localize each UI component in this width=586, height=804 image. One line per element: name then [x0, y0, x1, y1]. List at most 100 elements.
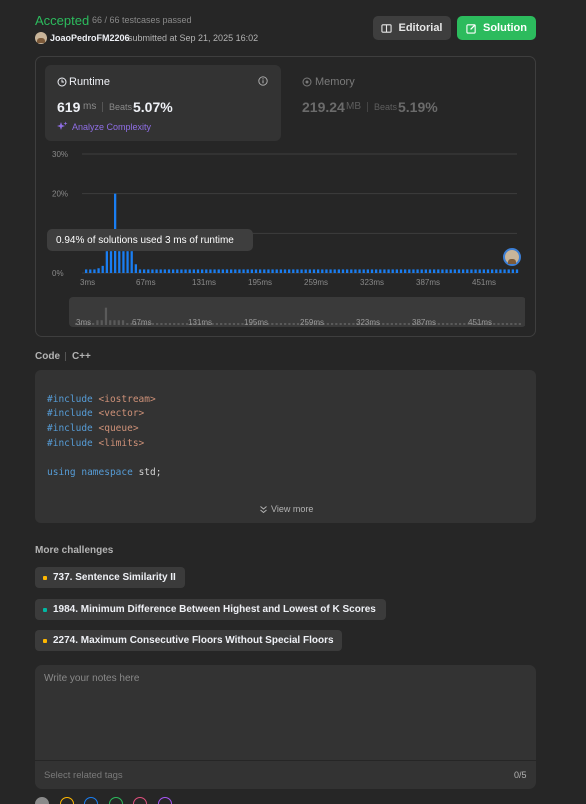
range-bar	[96, 320, 99, 325]
x-tick-label: 259ms	[304, 278, 328, 287]
submitted-time: submitted at Sep 21, 2025 16:02	[128, 33, 259, 43]
note-color-option[interactable]	[84, 797, 98, 804]
runtime-bar	[283, 269, 287, 273]
runtime-bar	[329, 269, 332, 273]
runtime-bar	[296, 269, 299, 273]
note-color-option[interactable]	[133, 797, 147, 804]
memory-beats-value: 5.19%	[398, 99, 438, 115]
solution-button[interactable]: Solution	[457, 16, 536, 40]
difficulty-dot	[43, 638, 47, 643]
note-color-option[interactable]	[108, 797, 123, 804]
tags-select[interactable]: Select related tags	[44, 770, 123, 781]
runtime-bar	[225, 269, 229, 273]
challenge-link[interactable]: 2274. Maximum Consecutive Floors Without…	[35, 630, 342, 651]
range-bar	[407, 323, 410, 325]
range-bar	[275, 323, 278, 325]
runtime-bar	[93, 269, 96, 273]
range-tick-label: 387ms	[412, 318, 436, 327]
memory-label[interactable]: Memory	[315, 76, 355, 88]
runtime-bar	[201, 269, 204, 273]
note-color-option[interactable]	[157, 797, 172, 804]
divider	[35, 760, 536, 761]
submitter-avatar[interactable]	[35, 32, 47, 44]
runtime-bar	[122, 251, 125, 273]
view-more-label: View more	[271, 504, 314, 514]
chart-tooltip: 0.94% of solutions used 3 ms of runtime	[47, 229, 253, 251]
challenge-link[interactable]: 737. Sentence Similarity II	[35, 567, 185, 588]
runtime-bar	[279, 269, 282, 273]
info-icon[interactable]	[258, 76, 268, 86]
runtime-bar	[138, 269, 142, 273]
testcases-passed: 66 / 66 testcases passed	[92, 15, 192, 25]
range-bar	[156, 323, 159, 325]
view-more-button[interactable]: View more	[259, 504, 313, 514]
notes-input[interactable]: Write your notes here	[44, 673, 139, 684]
runtime-bar	[470, 269, 473, 273]
runtime-bar	[499, 269, 502, 273]
analyze-complexity-link[interactable]: Analyze Complexity	[72, 122, 151, 132]
code-label: Code	[35, 351, 60, 362]
runtime-bar	[242, 269, 245, 273]
runtime-bar	[259, 269, 262, 273]
range-bar	[390, 323, 393, 325]
runtime-bar	[134, 264, 137, 273]
range-bar	[463, 323, 466, 325]
range-bar	[271, 323, 274, 325]
runtime-bar	[288, 269, 291, 273]
range-bar	[335, 323, 338, 325]
code-line: using namespace std;	[47, 467, 162, 478]
challenge-link[interactable]: 1984. Minimum Difference Between Highest…	[35, 599, 386, 620]
runtime-bar	[85, 269, 88, 273]
range-bar	[232, 323, 236, 325]
runtime-beats-value: 5.07%	[133, 99, 173, 115]
challenge-title: 737. Sentence Similarity II	[53, 572, 176, 583]
memory-unit: MB	[346, 101, 361, 112]
runtime-bar	[457, 269, 461, 273]
runtime-bar	[234, 269, 237, 273]
runtime-bar	[109, 251, 113, 273]
range-bar	[121, 320, 125, 325]
range-bar	[331, 323, 334, 325]
runtime-bar	[176, 269, 179, 273]
note-color-option[interactable]	[59, 797, 74, 804]
runtime-bar	[250, 269, 253, 273]
solution-label: Solution	[483, 22, 527, 34]
divider	[367, 102, 368, 112]
range-bar	[279, 323, 282, 325]
runtime-unit: ms	[83, 101, 97, 112]
runtime-bar	[275, 269, 278, 273]
runtime-bar	[151, 269, 154, 273]
divider	[102, 102, 103, 112]
note-color-option[interactable]	[35, 797, 49, 804]
range-bar	[224, 323, 227, 325]
code-language: C++	[72, 351, 91, 362]
runtime-bar	[370, 269, 374, 273]
runtime-bar	[143, 269, 146, 273]
runtime-label: Runtime	[69, 76, 110, 88]
submitter-name[interactable]: JoaoPedroFM2206	[50, 33, 130, 43]
range-tick-label: 259ms	[300, 318, 324, 327]
range-bar	[151, 323, 154, 325]
range-bar	[450, 323, 453, 325]
range-bar	[113, 320, 116, 325]
runtime-bar	[155, 269, 158, 273]
runtime-bar	[89, 269, 92, 273]
runtime-bar	[433, 269, 436, 273]
runtime-bar	[408, 269, 411, 273]
challenge-title: 2274. Maximum Consecutive Floors Without…	[53, 635, 334, 646]
range-bar	[514, 323, 517, 325]
range-bar	[382, 323, 385, 325]
range-bar	[395, 323, 398, 325]
code-line: #include <vector>	[47, 408, 145, 419]
runtime-bar	[300, 269, 303, 273]
editorial-button[interactable]: Editorial	[373, 16, 451, 40]
range-bar	[399, 323, 402, 325]
range-tick-label: 131ms	[188, 318, 212, 327]
runtime-bar	[503, 269, 506, 273]
runtime-bar	[321, 269, 324, 273]
range-bar	[326, 323, 329, 325]
range-bar	[441, 323, 445, 325]
runtime-bar	[412, 269, 415, 273]
runtime-bar	[437, 269, 440, 273]
runtime-bar	[188, 269, 191, 273]
